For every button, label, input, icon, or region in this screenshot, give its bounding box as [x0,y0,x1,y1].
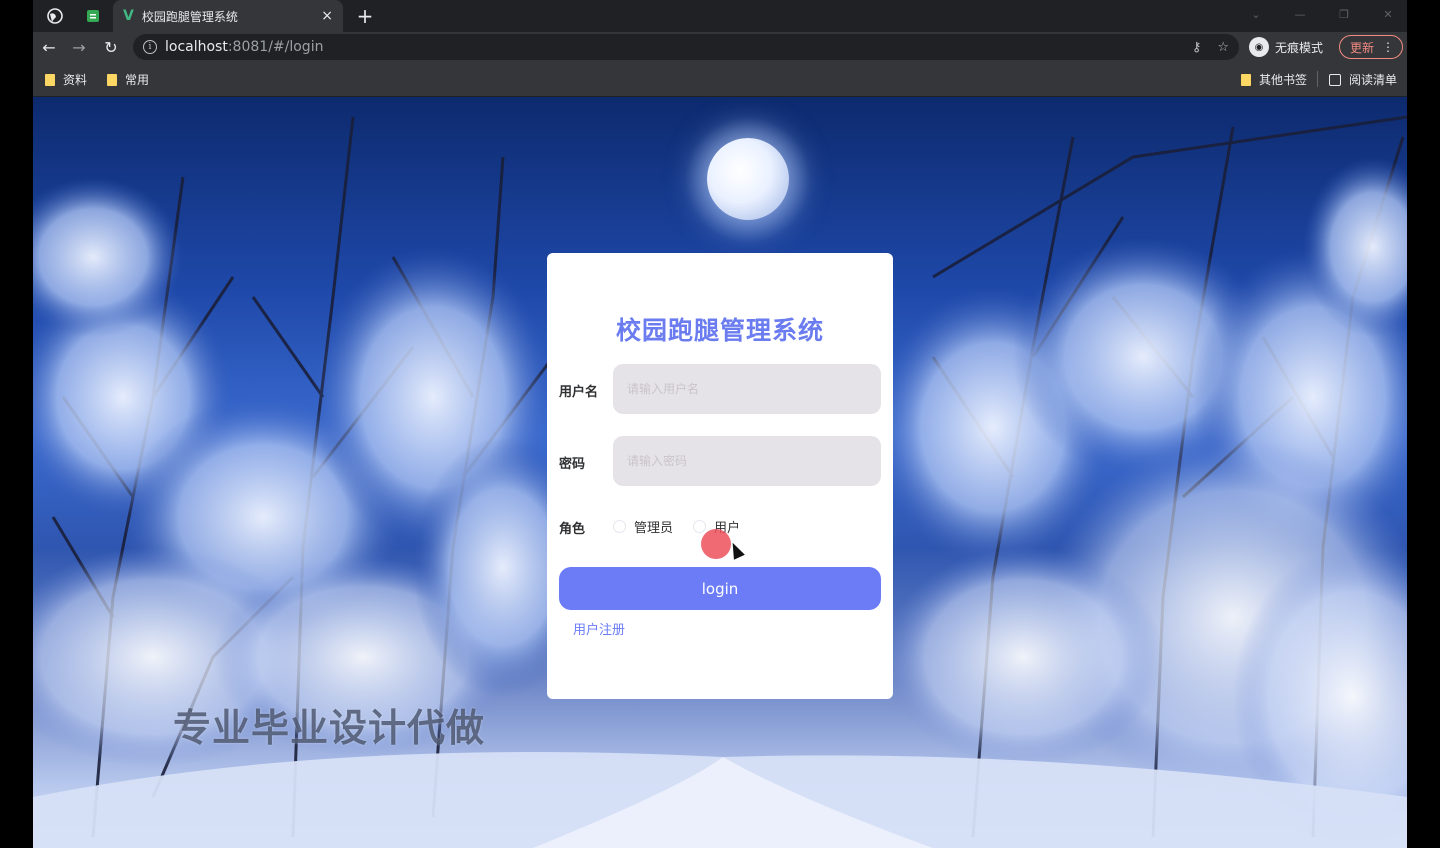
radio-circle-icon[interactable] [613,520,626,533]
update-label: 更新 [1350,40,1375,55]
restore-icon[interactable]: ❐ [1329,4,1359,24]
bookmark-other[interactable]: 其他书签 [1241,71,1307,88]
browser-toolbar: ← → ↻ i localhost:8081/#/login ⚷ ☆ ◉ 无痕模… [33,32,1407,62]
reading-list-icon [1329,73,1341,86]
address-bar[interactable]: i localhost:8081/#/login ⚷ ☆ [133,34,1239,60]
new-tab-button[interactable]: + [353,2,377,30]
radio-circle-icon[interactable] [693,520,707,533]
bookmark-label: 常用 [125,73,150,87]
reading-list[interactable]: 阅读清单 [1329,71,1397,88]
moon-image [707,138,789,220]
role-label: 角色 [559,522,586,537]
click-indicator [701,529,731,559]
role-radio-group: 管理员 用户 [613,517,760,536]
vue-logo-icon: V [123,8,134,24]
bookmarks-bar: 资料 常用 其他书签 阅读清单 [33,62,1407,97]
watermark-text: 专业毕业设计代做 [173,706,486,750]
username-input[interactable] [613,364,881,414]
key-icon[interactable]: ⚷ [1192,40,1202,55]
role-option-label: 管理员 [634,521,674,536]
tab-search-icon[interactable]: ⌄ [1241,4,1271,24]
password-label: 密码 [559,457,586,472]
globe-icon[interactable] [43,4,67,28]
update-button[interactable]: 更新 ⋮ [1339,35,1403,59]
login-page: 专业毕业设计代做 校园跑腿管理系统 用户名 密码 角色 管理员 用户 login… [33,97,1407,848]
bookmark-star-icon[interactable]: ☆ [1217,40,1229,55]
browser-window: V 校园跑腿管理系统 × + ⌄ — ❐ ✕ ← → ↻ i localhost… [33,0,1407,848]
url-path: :8081/#/login [227,39,324,55]
folder-icon [1241,73,1251,86]
password-input[interactable] [613,436,881,486]
incognito-icon: ◉ [1249,37,1269,57]
username-label: 用户名 [559,385,599,400]
more-menu-icon[interactable]: ⋮ [1382,40,1394,54]
reading-list-label: 阅读清单 [1349,73,1398,87]
register-link[interactable]: 用户注册 [573,619,625,638]
tab-close-icon[interactable]: × [321,8,333,24]
tab-title: 校园跑腿管理系统 [141,9,238,24]
bookmark-other-label: 其他书签 [1259,73,1308,87]
bookmark-folder-changyong[interactable]: 常用 [107,71,149,88]
role-radio-admin[interactable]: 管理员 [613,517,673,536]
site-info-icon[interactable]: i [143,40,157,54]
login-button[interactable]: login [559,567,881,610]
incognito-indicator[interactable]: ◉ 无痕模式 [1249,36,1323,58]
back-icon[interactable]: ← [37,35,61,59]
tab-active[interactable]: V 校园跑腿管理系统 × [113,0,343,32]
url-host: localhost [165,39,228,55]
folder-icon [45,73,55,86]
incognito-label: 无痕模式 [1275,40,1324,55]
tab-strip: V 校园跑腿管理系统 × + ⌄ — ❐ ✕ [33,0,1407,32]
bookmark-label: 资料 [63,73,88,87]
sheet-app-icon[interactable] [81,4,105,28]
minimize-icon[interactable]: — [1285,4,1315,24]
folder-icon [107,73,117,86]
reload-icon[interactable]: ↻ [99,35,123,59]
bookmark-divider [1317,71,1318,87]
bookmark-folder-ziliao[interactable]: 资料 [45,71,87,88]
forward-icon[interactable]: → [67,35,91,59]
login-card: 校园跑腿管理系统 用户名 密码 角色 管理员 用户 login 用户注册 [547,253,893,699]
login-title: 校园跑腿管理系统 [615,316,824,345]
close-window-icon[interactable]: ✕ [1373,4,1403,24]
